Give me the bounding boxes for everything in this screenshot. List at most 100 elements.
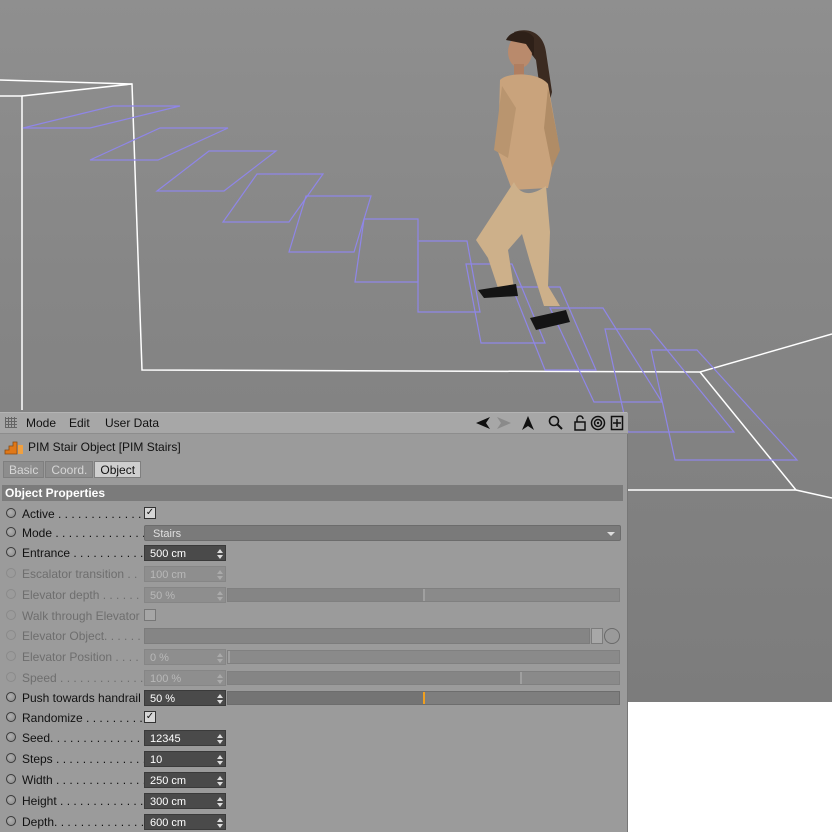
- width-field[interactable]: 250 cm: [144, 772, 226, 788]
- animate-radio[interactable]: [6, 547, 16, 557]
- walk-through-elevator-checkbox: [144, 609, 156, 621]
- elevator-position-field: 0 %: [144, 649, 226, 665]
- animate-radio[interactable]: [6, 795, 16, 805]
- field-value: 50 %: [150, 590, 176, 602]
- height-field[interactable]: 300 cm: [144, 793, 226, 809]
- tab-bar: Basic Coord. Object: [3, 461, 142, 478]
- seed-field[interactable]: 12345: [144, 730, 226, 746]
- spinner-icon[interactable]: [217, 694, 223, 704]
- prop-label: Height . . . . . . . . . . . . .: [22, 794, 144, 808]
- prop-label: Elevator depth . . . . . .: [22, 588, 140, 602]
- menu-user-data[interactable]: User Data: [105, 416, 159, 430]
- animate-radio[interactable]: [6, 712, 16, 722]
- field-value: 0 %: [150, 652, 169, 664]
- elevator-depth-slider: [227, 588, 620, 602]
- prop-active: Active . . . . . . . . . . . . . ✓: [0, 504, 628, 524]
- prop-label: Randomize . . . . . . . . .: [22, 711, 143, 725]
- animate-radio[interactable]: [6, 527, 16, 537]
- animate-radio: [6, 630, 16, 640]
- back-arrow-icon[interactable]: [475, 415, 491, 431]
- mode-dropdown[interactable]: Stairs: [144, 525, 621, 541]
- spinner-icon[interactable]: [217, 549, 223, 559]
- spinner-icon[interactable]: [217, 776, 223, 786]
- forward-arrow-icon[interactable]: [496, 415, 512, 431]
- prop-label: Push towards handrail: [22, 691, 141, 705]
- prop-label: Width . . . . . . . . . . . . . .: [22, 773, 147, 787]
- animate-radio: [6, 672, 16, 682]
- prop-steps: Steps . . . . . . . . . . . . . . 10: [0, 749, 628, 769]
- spinner-icon: [217, 674, 223, 684]
- escalator-transition-field: 100 cm: [144, 566, 226, 582]
- chevron-down-icon: [607, 532, 615, 536]
- prop-label: Entrance . . . . . . . . . . .: [22, 546, 144, 560]
- spinner-icon[interactable]: [217, 797, 223, 807]
- animate-radio[interactable]: [6, 732, 16, 742]
- step-7: [417, 240, 481, 313]
- spinner-icon[interactable]: [217, 818, 223, 828]
- depth-field[interactable]: 600 cm: [144, 814, 226, 830]
- panel-grip-icon[interactable]: [5, 417, 17, 428]
- object-title: PIM Stair Object [PIM Stairs]: [28, 440, 181, 454]
- search-icon[interactable]: [548, 415, 564, 431]
- spinner-icon: [217, 591, 223, 601]
- prop-speed: Speed . . . . . . . . . . . . . 100 %: [0, 668, 628, 688]
- spinner-icon[interactable]: [217, 734, 223, 744]
- animate-radio[interactable]: [6, 753, 16, 763]
- prop-label: Speed . . . . . . . . . . . . .: [22, 671, 144, 685]
- unlock-icon[interactable]: [572, 415, 588, 431]
- pick-object-icon: [604, 628, 620, 644]
- animate-radio[interactable]: [6, 692, 16, 702]
- menu-edit[interactable]: Edit: [69, 416, 90, 430]
- prop-width: Width . . . . . . . . . . . . . . 250 cm: [0, 770, 628, 790]
- tab-object[interactable]: Object: [94, 461, 142, 478]
- steps-field[interactable]: 10: [144, 751, 226, 767]
- step-12: [650, 349, 799, 461]
- spinner-icon[interactable]: [217, 755, 223, 765]
- menu-bar: Mode Edit User Data: [0, 413, 628, 434]
- entrance-field[interactable]: 500 cm: [144, 545, 226, 561]
- animate-radio[interactable]: [6, 508, 16, 518]
- prop-label: Mode . . . . . . . . . . . . . .: [22, 526, 146, 540]
- tab-basic[interactable]: Basic: [3, 461, 45, 478]
- cursor-icon[interactable]: [520, 415, 536, 431]
- field-value: 100 %: [150, 673, 182, 685]
- field-value: 100 cm: [150, 569, 187, 581]
- field-value: 50 %: [150, 693, 176, 705]
- push-towards-handrail-field[interactable]: 50 %: [144, 690, 226, 706]
- prop-walk-through-elevator: Walk through Elevator: [0, 606, 628, 626]
- menu-mode[interactable]: Mode: [26, 416, 56, 430]
- prop-mode: Mode . . . . . . . . . . . . . . Stairs: [0, 523, 628, 543]
- animate-radio: [6, 589, 16, 599]
- prop-height: Height . . . . . . . . . . . . . 300 cm: [0, 791, 628, 811]
- field-value: 10: [150, 754, 163, 766]
- prop-label: Walk through Elevator: [22, 609, 140, 623]
- prop-label: Depth. . . . . . . . . . . . . .: [22, 815, 145, 829]
- spinner-icon: [217, 653, 223, 663]
- spinner-icon: [217, 570, 223, 580]
- push-towards-handrail-slider[interactable]: [227, 691, 620, 705]
- step-3: [155, 150, 278, 192]
- new-panel-icon[interactable]: [609, 415, 625, 431]
- prop-label: Escalator transition . .: [22, 567, 138, 581]
- animate-radio[interactable]: [6, 774, 16, 784]
- animate-radio[interactable]: [6, 816, 16, 826]
- prop-escalator-transition: Escalator transition . . 100 cm: [0, 564, 628, 584]
- elevator-depth-field: 50 %: [144, 587, 226, 603]
- slider-handle[interactable]: [423, 692, 425, 704]
- target-icon[interactable]: [590, 415, 606, 431]
- field-value: 300 cm: [150, 796, 187, 808]
- prop-label: Elevator Object. . . . . .: [22, 629, 141, 643]
- tab-coord[interactable]: Coord.: [45, 461, 94, 478]
- field-value: 12345: [150, 733, 181, 745]
- field-value: 250 cm: [150, 775, 187, 787]
- prop-push-towards-handrail: Push towards handrail 50 %: [0, 688, 628, 708]
- prop-label: Elevator Position . . . .: [22, 650, 139, 664]
- active-checkbox[interactable]: ✓: [144, 507, 156, 519]
- mode-value: Stairs: [153, 528, 182, 540]
- animate-radio: [6, 651, 16, 661]
- randomize-checkbox[interactable]: ✓: [144, 711, 156, 723]
- object-title-bar: PIM Stair Object [PIM Stairs]: [4, 438, 181, 456]
- prop-seed: Seed. . . . . . . . . . . . . . . 12345: [0, 728, 628, 748]
- step-6: [354, 218, 419, 283]
- field-value: 500 cm: [150, 548, 187, 560]
